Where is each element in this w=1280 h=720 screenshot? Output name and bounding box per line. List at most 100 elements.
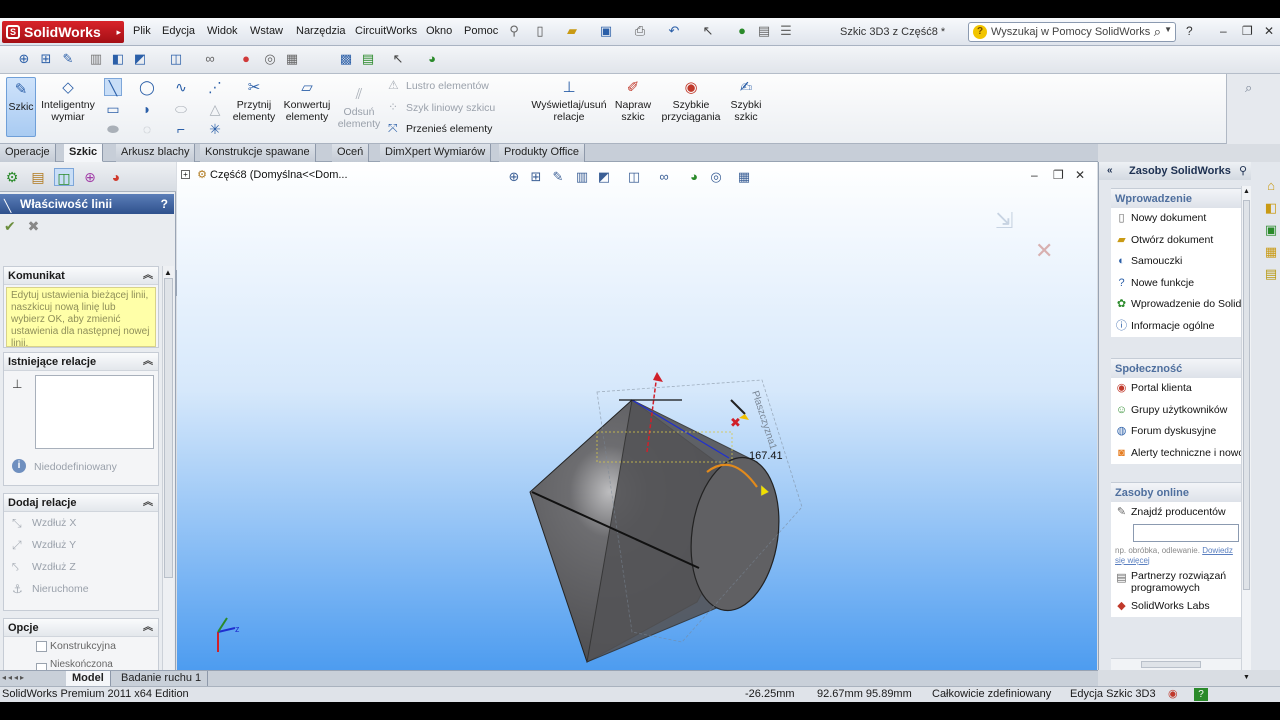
zoom-to-fit-icon[interactable]: ⊕ bbox=[16, 51, 32, 67]
rebuild-sketch-icon[interactable]: ▤ bbox=[360, 51, 376, 67]
trim-entities-button[interactable]: ✂ Przytnij elementy bbox=[228, 79, 280, 123]
scroll-thumb[interactable] bbox=[164, 278, 173, 578]
add-relations-header[interactable]: Dodaj relacje ︽ bbox=[4, 494, 158, 512]
relation-along-y[interactable]: ⤢ Wzdłuż Y bbox=[4, 534, 158, 556]
tab-office-products[interactable]: Produkty Office bbox=[499, 144, 585, 162]
property-help-button[interactable]: ? bbox=[161, 194, 168, 214]
dimension-value[interactable]: 167.41 bbox=[749, 450, 783, 462]
menu-edit[interactable]: Edycja bbox=[162, 25, 195, 37]
tab-motion-study[interactable]: Badanie ruchu 1 bbox=[115, 671, 209, 686]
line-tool-icon[interactable]: ╲ bbox=[104, 78, 122, 96]
restore-window-icon[interactable]: ❐ bbox=[1242, 24, 1253, 38]
menu-view[interactable]: Widok bbox=[207, 25, 238, 37]
scene-icon[interactable]: ◎ bbox=[262, 51, 278, 67]
collapse-icon[interactable]: ︽ bbox=[143, 494, 153, 512]
message-group-header[interactable]: Komunikat ︽ bbox=[4, 267, 158, 285]
task-pane-scrollbar[interactable]: ▲ ▼ bbox=[1241, 186, 1251, 681]
section-view-icon[interactable]: ▥ bbox=[88, 51, 104, 67]
appearances-icon[interactable]: ◕ bbox=[424, 51, 440, 67]
collapse-icon[interactable]: ︽ bbox=[143, 353, 153, 371]
select-arrow-icon[interactable]: ↖ bbox=[700, 23, 716, 39]
quick-snaps-button[interactable]: ◉ Szybkie przyciągania bbox=[658, 79, 724, 123]
hide-show-icon[interactable]: ∞ bbox=[202, 51, 218, 67]
library-tab-icon[interactable]: ◧ bbox=[1263, 200, 1279, 216]
select-icon[interactable]: ↖ bbox=[390, 51, 406, 67]
supplier-search-input[interactable] bbox=[1133, 523, 1239, 542]
3d-body[interactable] bbox=[529, 399, 788, 663]
view-settings-icon[interactable]: ▦ bbox=[284, 51, 300, 67]
link-whats-new[interactable]: ? Nowe funkcje bbox=[1111, 272, 1241, 294]
collapse-icon[interactable]: ︽ bbox=[143, 267, 153, 285]
tab-features[interactable]: Operacje bbox=[0, 144, 56, 162]
task-pane-hscrollbar[interactable] bbox=[1111, 658, 1241, 670]
dimxpert-manager-tab-icon[interactable]: ⊕ bbox=[80, 168, 100, 186]
scroll-up-icon[interactable]: ▲ bbox=[164, 268, 172, 277]
display-style-icon[interactable]: ◫ bbox=[168, 51, 184, 67]
chevron-down-icon[interactable]: ▼ bbox=[1164, 25, 1172, 34]
chamfer-tool-icon[interactable]: ⌐ bbox=[172, 120, 190, 138]
circle-tool-icon[interactable]: ◯ bbox=[138, 78, 156, 96]
appearance-icon[interactable]: ● bbox=[238, 51, 254, 67]
sketch-button[interactable]: ✎ Szkic bbox=[6, 77, 36, 137]
rebuild-icon[interactable]: ● bbox=[734, 23, 750, 39]
minimize-window-icon[interactable]: – bbox=[1220, 24, 1227, 38]
save-icon[interactable]: ▣ bbox=[598, 23, 614, 39]
model-canvas[interactable]: Płaszczyzna1 ✖ z bbox=[177, 162, 1097, 670]
construction-checkbox[interactable] bbox=[36, 641, 47, 652]
open-folder-icon[interactable]: ▰ bbox=[564, 23, 580, 39]
previous-view-icon[interactable]: ✎ bbox=[60, 51, 76, 67]
options-header[interactable]: Opcje ︽ bbox=[4, 619, 158, 637]
dynamic-annotation-icon[interactable]: ◧ bbox=[110, 51, 126, 67]
rebuild-status-icon[interactable]: ◉ bbox=[1168, 687, 1178, 702]
options-icon[interactable]: ☰ bbox=[778, 23, 794, 39]
link-tech-alerts[interactable]: ◙ Alerty techniczne i nowości bbox=[1111, 442, 1241, 464]
zoom-area-icon[interactable]: ⊞ bbox=[38, 51, 54, 67]
palette-tab-icon[interactable]: ▦ bbox=[1263, 244, 1279, 260]
explorer-tab-icon[interactable]: ▣ bbox=[1263, 222, 1279, 238]
link-solidworks-labs[interactable]: ◆ SolidWorks Labs bbox=[1111, 595, 1241, 617]
arc-tool-icon[interactable]: ◗ bbox=[138, 100, 156, 118]
link-forum[interactable]: ◍ Forum dyskusyjne bbox=[1111, 421, 1241, 443]
section-title-online-resources[interactable]: Zasoby online bbox=[1111, 482, 1241, 502]
existing-relations-list[interactable] bbox=[35, 375, 154, 449]
configuration-manager-tab-icon[interactable]: ◫ bbox=[54, 168, 74, 186]
ok-check-icon[interactable]: ✔ bbox=[4, 218, 16, 234]
tab-dimxpert[interactable]: DimXpert Wymiarów bbox=[380, 144, 492, 162]
property-manager-scrollbar[interactable]: ▲ bbox=[162, 266, 174, 670]
mirror-entities-button[interactable]: ⚠ Lustro elementów bbox=[386, 76, 489, 96]
close-window-icon[interactable]: ✕ bbox=[1264, 24, 1274, 38]
link-customer-portal[interactable]: ◉ Portal klienta bbox=[1111, 378, 1241, 400]
repair-sketch-button[interactable]: ✐ Napraw szkic bbox=[612, 79, 654, 123]
menu-insert[interactable]: Wstaw bbox=[250, 25, 283, 37]
display-manager-tab-icon[interactable]: ◕ bbox=[106, 168, 126, 186]
tab-nav-arrows-icon[interactable]: ◂◂◂▸ bbox=[2, 673, 26, 682]
pin-icon[interactable]: ⚲ bbox=[506, 23, 522, 39]
search-icon[interactable]: ⌕ bbox=[1154, 24, 1161, 40]
solidworks-logo-button[interactable]: S SolidWorks ▸ bbox=[2, 21, 124, 43]
scroll-down-icon[interactable]: ▼ bbox=[1243, 674, 1250, 681]
scroll-up-icon[interactable]: ▲ bbox=[1243, 188, 1250, 195]
relation-along-z[interactable]: ⤣ Wzdłuż Z bbox=[4, 556, 158, 578]
tab-evaluate[interactable]: Oceń bbox=[332, 144, 370, 162]
ellipse-tool-icon[interactable]: ⬭ bbox=[172, 100, 190, 118]
link-tutorials[interactable]: ◐ Samouczki bbox=[1111, 251, 1241, 273]
link-find-suppliers[interactable]: ✎ Znajdź producentów bbox=[1111, 502, 1241, 524]
display-delete-relations-button[interactable]: ⊥ Wyświetlaj/usuń relacje bbox=[528, 79, 610, 123]
file-properties-icon[interactable]: ▤ bbox=[756, 23, 772, 39]
polygon-tool-icon[interactable]: △ bbox=[206, 100, 224, 118]
link-new-document[interactable]: ▯ Nowy dokument bbox=[1111, 208, 1241, 230]
offset-entities-button[interactable]: ⫽ Odsuń elementy bbox=[336, 86, 382, 130]
tab-sheet-metal[interactable]: Arkusz blachy bbox=[116, 144, 196, 162]
smart-dimension-button[interactable]: ◇ Inteligentny wymiar bbox=[38, 79, 98, 123]
point-grid-icon[interactable]: ⋰ bbox=[206, 78, 224, 96]
existing-relations-header[interactable]: Istniejące relacje ︽ bbox=[4, 353, 158, 371]
menu-circuitworks[interactable]: CircuitWorks bbox=[355, 25, 417, 37]
appearance-tab-icon[interactable] bbox=[1263, 268, 1279, 284]
tab-weldments[interactable]: Konstrukcje spawane bbox=[200, 144, 316, 162]
new-document-icon[interactable]: ▯ bbox=[532, 23, 548, 39]
link-general-info[interactable]: ⓘ Informacje ogólne bbox=[1111, 315, 1241, 337]
undo-icon[interactable]: ↶ bbox=[666, 23, 682, 39]
convert-entities-button[interactable]: ▱ Konwertuj elementy bbox=[280, 79, 334, 123]
scroll-thumb[interactable] bbox=[1243, 200, 1250, 590]
relation-along-x[interactable]: ⤡ Wzdłuż X bbox=[4, 512, 158, 534]
